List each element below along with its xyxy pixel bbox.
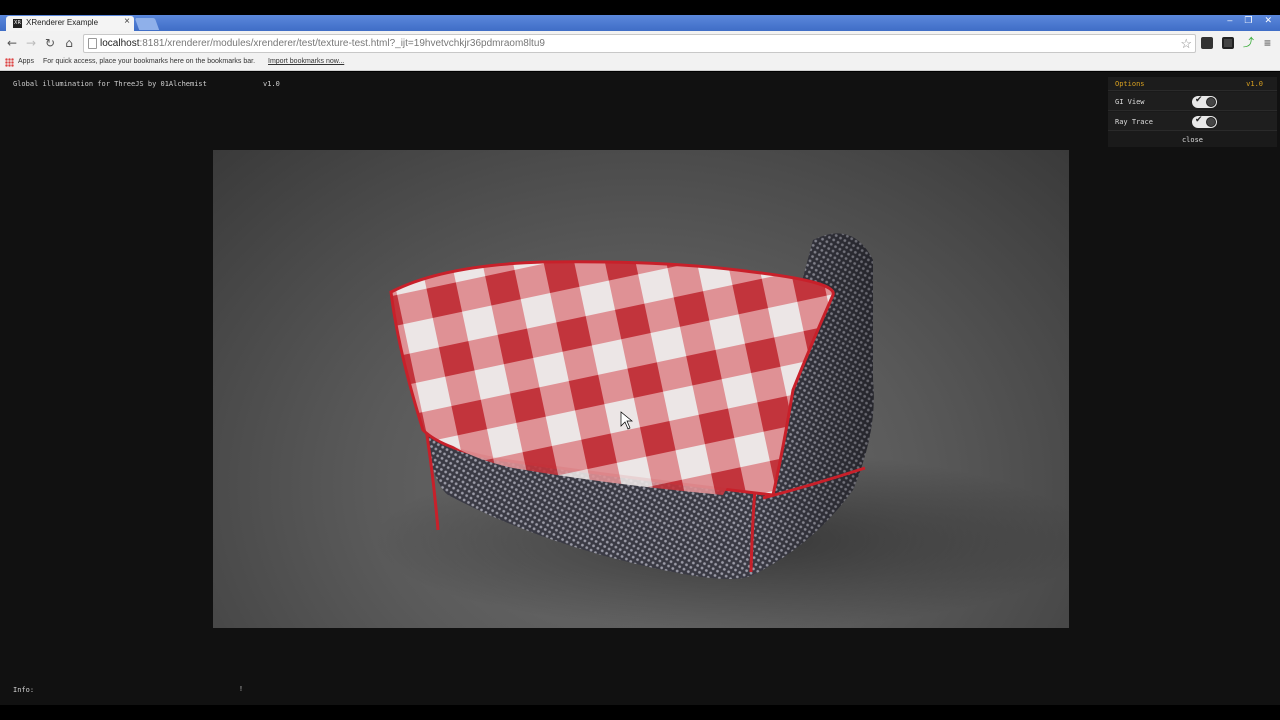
favicon-icon: XR [13,19,22,28]
url-path: :8181/xrenderer/modules/xrenderer/test/t… [139,38,545,49]
forward-icon[interactable]: → [23,35,39,51]
restore-icon[interactable]: ❐ [1244,15,1252,26]
bookmarks-hint: For quick access, place your bookmarks h… [43,58,256,65]
bookmark-star-icon[interactable]: ☆ [1180,36,1192,52]
address-bar[interactable]: localhost:8181/xrenderer/modules/xrender… [83,34,1196,53]
url-text[interactable]: localhost:8181/xrenderer/modules/xrender… [100,38,545,49]
info-marker: ! [240,686,242,693]
video-letterbox-bottom [0,705,1280,720]
options-version: v1.0 [1246,80,1263,88]
apps-icon[interactable] [5,58,14,67]
bookmarks-bar: Apps For quick access, place your bookma… [0,55,1280,71]
menu-icon[interactable]: ≡ [1264,37,1276,49]
browser-toolbar: ← → ↻ ⌂ localhost:8181/xrenderer/modules… [0,31,1280,55]
option-gi-view: GI View ✔ [1108,92,1277,111]
tab-close-icon[interactable]: × [124,16,130,27]
window-controls: ‒ ❐ ✕ [1227,15,1272,26]
reload-icon[interactable]: ↻ [42,35,58,51]
minimize-icon[interactable]: ‒ [1227,15,1232,26]
page-content: Global illumination for ThreeJS by 01Alc… [0,72,1280,705]
back-icon[interactable]: ← [4,35,20,51]
render-viewport[interactable] [213,150,1069,628]
check-icon: ✔ [1195,95,1203,105]
option-ray-trace: Ray Trace ✔ [1108,112,1277,131]
info-label: Info: [13,686,35,694]
extension-lightning-icon[interactable]: ⤴ [1243,37,1255,49]
app-version: v1.0 [263,80,280,88]
browser-tab[interactable]: XR XRenderer Example × [6,16,134,31]
options-title: Options [1115,80,1145,88]
import-bookmarks-link[interactable]: Import bookmarks now... [268,58,344,65]
option-label: Ray Trace [1115,118,1153,126]
page-icon [88,38,97,49]
options-header[interactable]: Options v1.0 [1108,77,1277,91]
app-title: Global illumination for ThreeJS by 01Alc… [13,80,207,88]
new-tab-button[interactable] [134,18,160,30]
tab-title: XRenderer Example [26,18,99,27]
options-panel: Options v1.0 GI View ✔ Ray Trace ✔ close [1108,77,1277,147]
check-icon: ✔ [1195,115,1203,125]
bookmark-apps[interactable]: Apps [18,58,34,65]
toggle-knob [1206,117,1216,127]
extension-film-icon[interactable] [1222,37,1234,49]
toggle-knob [1206,97,1216,107]
rendered-beanbag-chair [373,233,1069,628]
extension-icon[interactable] [1201,37,1213,49]
browser-tab-strip: XR XRenderer Example × ‒ ❐ ✕ [0,15,1280,31]
ray-trace-toggle[interactable]: ✔ [1192,115,1217,128]
options-close-button[interactable]: close [1108,134,1277,147]
url-host: localhost [100,38,140,49]
option-label: GI View [1115,98,1145,106]
gi-view-toggle[interactable]: ✔ [1192,95,1217,108]
close-window-icon[interactable]: ✕ [1264,15,1272,26]
home-icon[interactable]: ⌂ [61,35,77,51]
video-letterbox-top [0,0,1280,15]
